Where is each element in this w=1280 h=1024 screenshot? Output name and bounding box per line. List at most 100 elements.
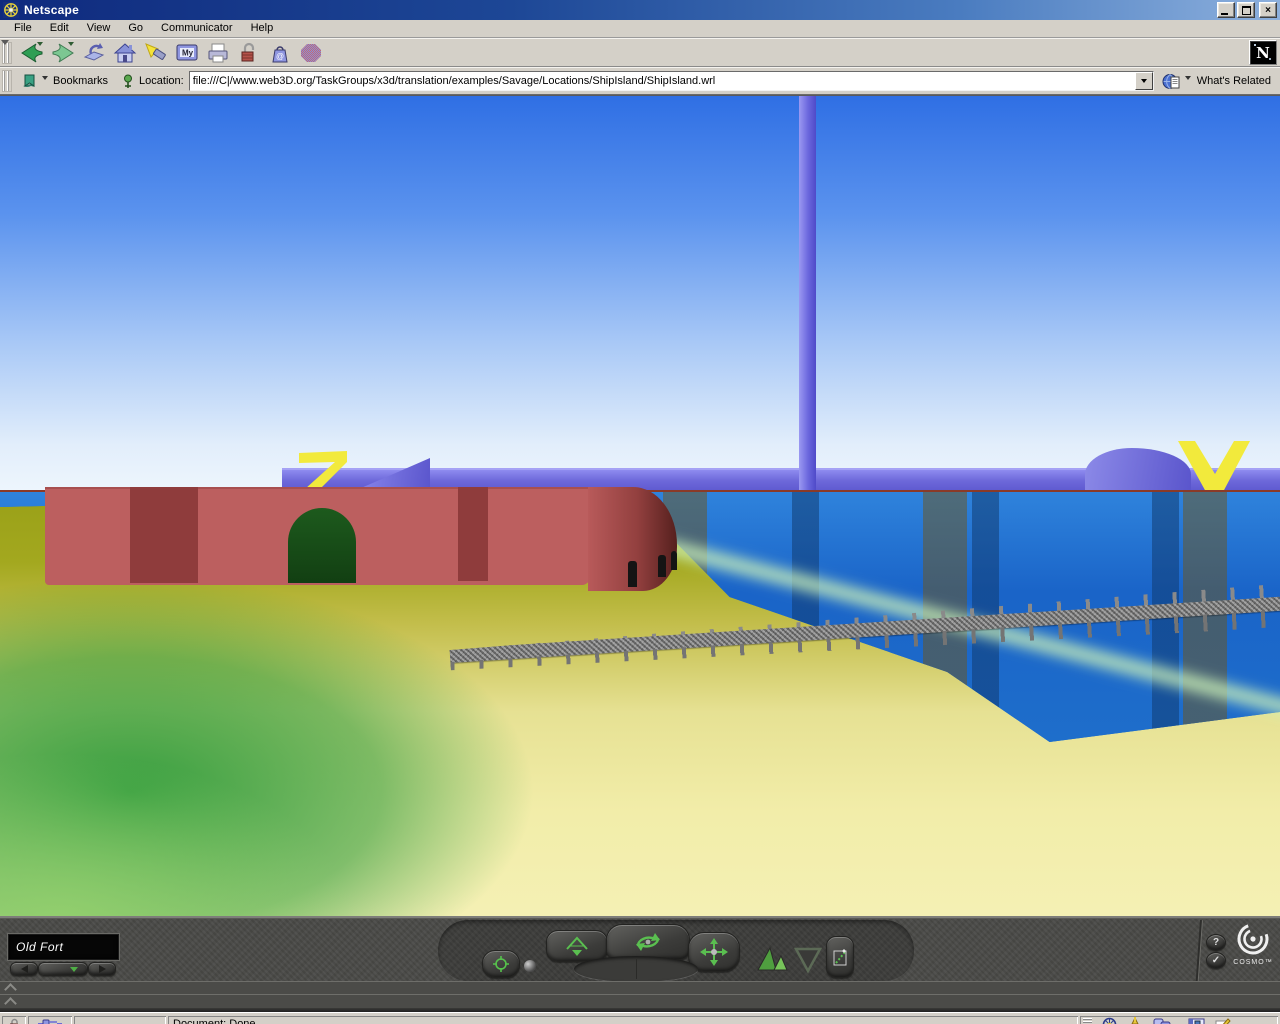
fort-wall-dark-panel (130, 487, 198, 583)
viewpoint-label: Old Fort (16, 940, 63, 954)
scene-sky (0, 96, 1280, 493)
viewpoint-list-button[interactable] (38, 962, 88, 976)
stop-button[interactable] (295, 40, 326, 65)
reload-button[interactable] (78, 40, 109, 65)
component-bar (1080, 1016, 1278, 1024)
viewpoint-display: Old Fort (8, 934, 119, 960)
my-netscape-icon: My (175, 42, 199, 64)
online-status[interactable] (28, 1016, 72, 1024)
cosmo-spiral-icon (1235, 922, 1271, 956)
discussions-icon[interactable] (1153, 1017, 1171, 1024)
title-bar[interactable]: Netscape × (0, 0, 1280, 20)
print-button[interactable] (202, 40, 233, 65)
search-button[interactable] (140, 40, 171, 65)
bookmarks-button[interactable]: Bookmarks (16, 72, 113, 91)
dashboard-strip-1[interactable] (0, 981, 1280, 995)
rotate-button[interactable] (606, 924, 690, 960)
location-input[interactable] (190, 74, 1135, 88)
bookmarks-dropdown-icon (42, 76, 48, 80)
next-viewpoint-button[interactable] (88, 962, 116, 976)
forward-button[interactable] (47, 40, 78, 65)
cosmo-dashboard: Old Fort ? ✓ COSM (0, 916, 1280, 1012)
rotate-icon (626, 930, 670, 954)
netscape-app-icon (3, 2, 19, 18)
edit-button[interactable] (826, 936, 854, 978)
home-button[interactable] (109, 40, 140, 65)
cosmo-logo[interactable]: COSMO™ (1228, 922, 1278, 966)
home-icon (113, 42, 137, 64)
fort-gate (288, 508, 356, 583)
plug-icon (38, 1019, 62, 1024)
location-field-wrap (189, 71, 1154, 91)
menu-bar: File Edit View Go Communicator Help (0, 20, 1280, 38)
netscape-throbber[interactable]: N (1249, 40, 1277, 65)
address-book-icon[interactable] (1188, 1017, 1205, 1024)
arrow-right-icon (99, 965, 106, 973)
redo-button[interactable] (792, 944, 824, 974)
undo-button[interactable] (754, 942, 792, 974)
progress-bar (74, 1016, 166, 1024)
prev-viewpoint-button[interactable] (10, 962, 38, 976)
help-button[interactable]: ? (1206, 934, 1226, 951)
navigator-icon[interactable] (1101, 1017, 1118, 1024)
menu-file[interactable]: File (5, 20, 41, 37)
toolbar-collapse-icon[interactable] (1, 40, 9, 45)
composer-icon[interactable] (1214, 1017, 1231, 1024)
touchpad[interactable] (574, 956, 698, 982)
netscape-window: Netscape × File Edit View Go Communicato… (0, 0, 1280, 1024)
padlock-open-icon (8, 1018, 21, 1024)
security-icon (237, 42, 261, 64)
restore-icon (1242, 6, 1251, 15)
dashboard-bottom-edge (0, 1008, 1280, 1012)
back-button[interactable] (16, 40, 47, 65)
document-status: Document: Done (168, 1016, 1078, 1024)
menu-communicator[interactable]: Communicator (152, 20, 242, 37)
menu-help[interactable]: Help (242, 20, 283, 37)
close-button[interactable]: × (1259, 2, 1277, 18)
whats-related-icon (1162, 73, 1181, 90)
security-status[interactable] (2, 1016, 26, 1024)
undo-icon (754, 942, 792, 974)
pan-icon (700, 938, 728, 966)
navigation-toolbar: My @ N (0, 38, 1280, 67)
minimize-button[interactable] (1217, 2, 1235, 18)
menu-go[interactable]: Go (119, 20, 152, 37)
chevron-down-icon (70, 967, 78, 972)
location-icon[interactable] (121, 74, 135, 89)
restore-button[interactable] (1237, 2, 1255, 18)
scene-fort (45, 487, 677, 593)
fort-window (658, 555, 666, 577)
dashboard-ball (524, 960, 536, 972)
location-bar-grip[interactable] (2, 70, 12, 92)
cosmo-logo-text: COSMO™ (1228, 959, 1278, 966)
location-toolbar: Bookmarks Location: What's Related (0, 67, 1280, 95)
scene-yellow-marker-7 (296, 451, 350, 489)
whats-related-button[interactable]: What's Related (1154, 73, 1277, 90)
status-bar: Document: Done (0, 1012, 1280, 1024)
reload-icon (82, 42, 106, 64)
tilt-icon (562, 935, 592, 957)
throbber-letter: N (1256, 44, 1270, 62)
component-bar-grip[interactable] (1083, 1018, 1092, 1024)
location-dropdown-button[interactable] (1135, 72, 1153, 90)
minimize-icon (1221, 13, 1228, 15)
my-netscape-button[interactable]: My (171, 40, 202, 65)
tilt-button[interactable] (546, 930, 608, 962)
back-dropdown-icon[interactable] (37, 42, 43, 46)
security-button[interactable] (233, 40, 264, 65)
shop-button[interactable]: @ (264, 40, 295, 65)
menu-edit[interactable]: Edit (41, 20, 78, 37)
mailbox-icon[interactable] (1127, 1017, 1144, 1024)
fort-wall-dark-panel (458, 487, 488, 581)
svg-text:@: @ (276, 52, 284, 61)
redo-icon (792, 944, 824, 974)
fort-window (628, 561, 637, 587)
vrml-3d-viewport[interactable] (0, 95, 1280, 916)
preferences-button[interactable]: ✓ (1206, 952, 1226, 969)
whats-related-dropdown-icon (1185, 76, 1191, 80)
menu-view[interactable]: View (78, 20, 120, 37)
window-title: Netscape (24, 3, 1215, 17)
forward-dropdown-icon[interactable] (68, 42, 74, 46)
stop-icon (299, 42, 323, 64)
seek-button[interactable] (482, 950, 520, 978)
